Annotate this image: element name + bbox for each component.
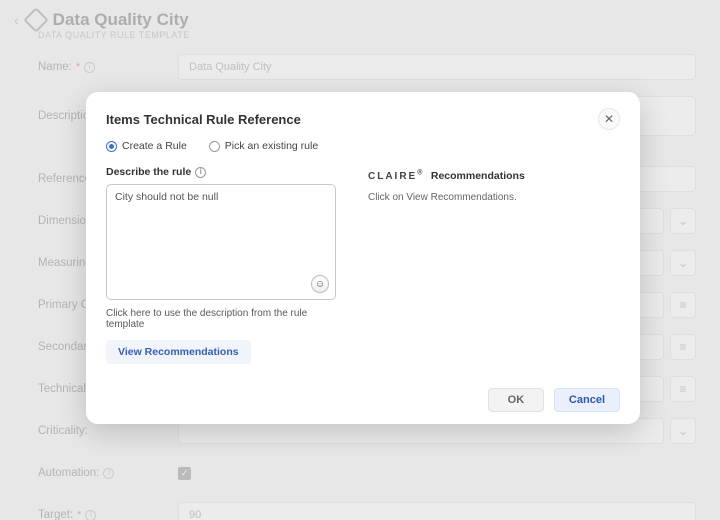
radio-pick-existing[interactable]: Pick an existing rule	[209, 140, 318, 152]
radio-label: Pick an existing rule	[225, 140, 318, 152]
describe-rule-label: Describe the rulei	[106, 166, 338, 178]
view-recommendations-button[interactable]: View Recommendations	[106, 340, 251, 364]
info-icon[interactable]: i	[195, 167, 206, 178]
radio-create-rule[interactable]: Create a Rule	[106, 140, 187, 152]
claire-assistant-icon[interactable]: ☺	[311, 275, 329, 293]
close-icon[interactable]: ✕	[598, 108, 620, 130]
describe-rule-value: City should not be null	[115, 191, 218, 203]
technical-rule-modal: Items Technical Rule Reference ✕ Create …	[86, 92, 640, 424]
radio-icon	[209, 141, 220, 152]
ok-button[interactable]: OK	[488, 388, 544, 412]
radio-label: Create a Rule	[122, 140, 187, 152]
use-template-description-link[interactable]: Click here to use the description from t…	[106, 308, 338, 330]
claire-brand-label: CLAIRE®	[368, 171, 422, 182]
describe-rule-input[interactable]: City should not be null ☺	[106, 184, 336, 300]
recommendations-hint: Click on View Recommendations.	[368, 192, 620, 203]
recommendations-title: Recommendations	[431, 170, 525, 182]
radio-icon	[106, 141, 117, 152]
modal-title: Items Technical Rule Reference	[106, 112, 301, 127]
recommendations-header: CLAIRE® Recommendations	[368, 166, 620, 184]
cancel-button[interactable]: Cancel	[554, 388, 620, 412]
